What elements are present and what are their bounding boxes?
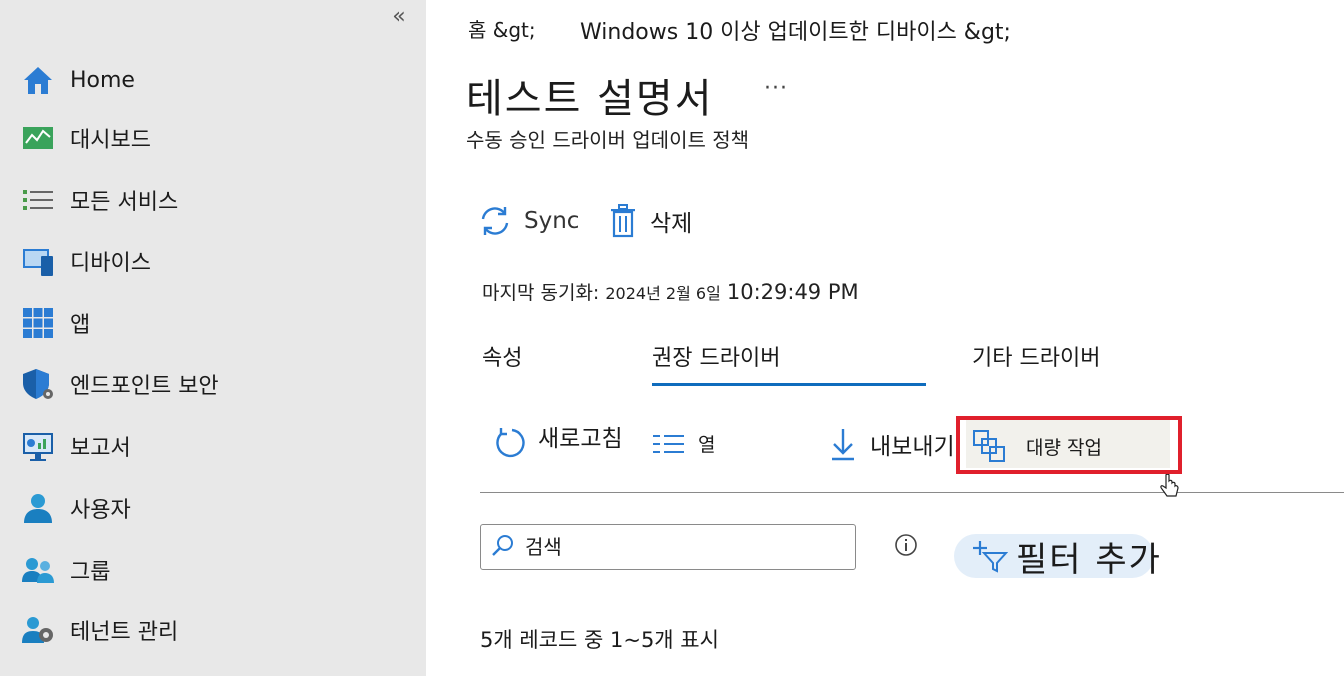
sidebar-item-label: 디바이스 — [70, 251, 151, 276]
list-icon — [20, 182, 56, 218]
export-button[interactable]: 내보내기 — [828, 426, 955, 462]
home-icon — [20, 62, 56, 98]
export-label: 내보내기 — [870, 434, 955, 460]
breadcrumb-home-link[interactable]: 홈 &gt; — [468, 14, 536, 43]
columns-button[interactable]: 열 — [652, 430, 715, 457]
sidebar-item-label: 모든 서비스 — [70, 190, 179, 215]
delete-button[interactable]: 삭제 — [608, 204, 692, 238]
add-filter-button[interactable]: 필터 추가 — [954, 534, 1160, 580]
search-box[interactable] — [480, 524, 856, 570]
sidebar-item-label: 그룹 — [70, 560, 111, 585]
sidebar-item-devices[interactable]: 디바이스 — [20, 241, 151, 281]
search-icon — [491, 533, 515, 561]
delete-label: 삭제 — [650, 211, 693, 237]
sidebar-item-users[interactable]: 사용자 — [20, 488, 131, 528]
tab-recommended-drivers[interactable]: 권장 드라이버 — [652, 340, 780, 372]
filter-add-icon — [972, 539, 1008, 573]
sidebar-item-home[interactable]: Home — [20, 60, 135, 100]
more-options-icon[interactable]: ··· — [764, 76, 788, 101]
dashboard-icon — [20, 120, 56, 156]
last-sync-time: 10:29:49 PM — [726, 280, 859, 304]
breadcrumb-parent-link[interactable]: Windows 10 이상 업데이트한 디바이스 &gt; — [580, 14, 1011, 46]
shield-icon — [20, 366, 56, 402]
search-input[interactable] — [523, 534, 827, 560]
sidebar-item-groups[interactable]: 그룹 — [20, 550, 110, 590]
sync-label: Sync — [524, 208, 580, 234]
mouse-cursor-icon — [1160, 473, 1180, 504]
sidebar-item-label: Home — [70, 67, 135, 93]
columns-label: 열 — [698, 434, 716, 456]
sidebar: « Home 대시보드 모든 서비스 디바이스 앱 엔드포인트 보안 보고서 사… — [0, 0, 426, 676]
sidebar-item-label: 사용자 — [70, 498, 131, 523]
user-icon — [20, 490, 56, 526]
sidebar-item-apps[interactable]: 앱 — [20, 303, 90, 343]
sync-button[interactable]: Sync — [478, 204, 579, 238]
last-sync-info: 마지막 동기화: 2024년 2월 6일 10:29:49 PM — [482, 278, 859, 305]
columns-icon — [652, 431, 686, 457]
refresh-label: 새로고침 — [538, 426, 623, 452]
refresh-icon — [492, 426, 526, 460]
page-subtitle: 수동 승인 드라이버 업데이트 정책 — [466, 128, 750, 152]
download-icon — [828, 426, 858, 462]
sidebar-item-reports[interactable]: 보고서 — [20, 426, 131, 466]
page-title: 테스트 설명서 — [466, 76, 714, 122]
trash-icon — [608, 204, 638, 238]
sidebar-item-all-services[interactable]: 모든 서비스 — [20, 180, 178, 220]
tenant-admin-icon — [20, 612, 56, 648]
apps-grid-icon — [20, 305, 56, 341]
collapse-sidebar-button[interactable]: « — [388, 6, 410, 28]
sidebar-item-label: 앱 — [70, 313, 91, 338]
info-icon[interactable] — [894, 533, 918, 561]
tab-properties[interactable]: 속성 — [482, 340, 522, 372]
sidebar-item-label: 대시보드 — [70, 128, 151, 153]
add-filter-label: 필터 추가 — [1016, 539, 1162, 580]
sidebar-item-endpoint-security[interactable]: 엔드포인트 보안 — [20, 364, 219, 404]
refresh-button[interactable]: 새로고침 — [492, 426, 623, 460]
reports-icon — [20, 428, 56, 464]
toolbar-divider — [480, 492, 1344, 493]
devices-icon — [20, 243, 56, 279]
last-sync-date: 2024년 2월 6일 — [605, 284, 721, 303]
last-sync-label: 마지막 동기화: — [482, 282, 600, 304]
sync-icon — [478, 204, 512, 238]
bulk-actions-highlight — [956, 416, 1182, 474]
sidebar-item-label: 보고서 — [70, 436, 131, 461]
main-content: 홈 &gt; Windows 10 이상 업데이트한 디바이스 &gt; 테스트… — [426, 0, 1344, 676]
records-summary: 5개 레코드 중 1~5개 표시 — [480, 628, 719, 652]
tab-other-drivers[interactable]: 기타 드라이버 — [972, 340, 1100, 372]
sidebar-item-dashboard[interactable]: 대시보드 — [20, 118, 151, 158]
group-icon — [20, 552, 56, 588]
sidebar-item-label: 엔드포인트 보안 — [70, 374, 219, 399]
sidebar-item-label: 테넌트 관리 — [70, 620, 179, 645]
selected-tab-indicator — [652, 383, 926, 386]
sidebar-item-tenant-admin[interactable]: 테넌트 관리 — [20, 610, 178, 650]
